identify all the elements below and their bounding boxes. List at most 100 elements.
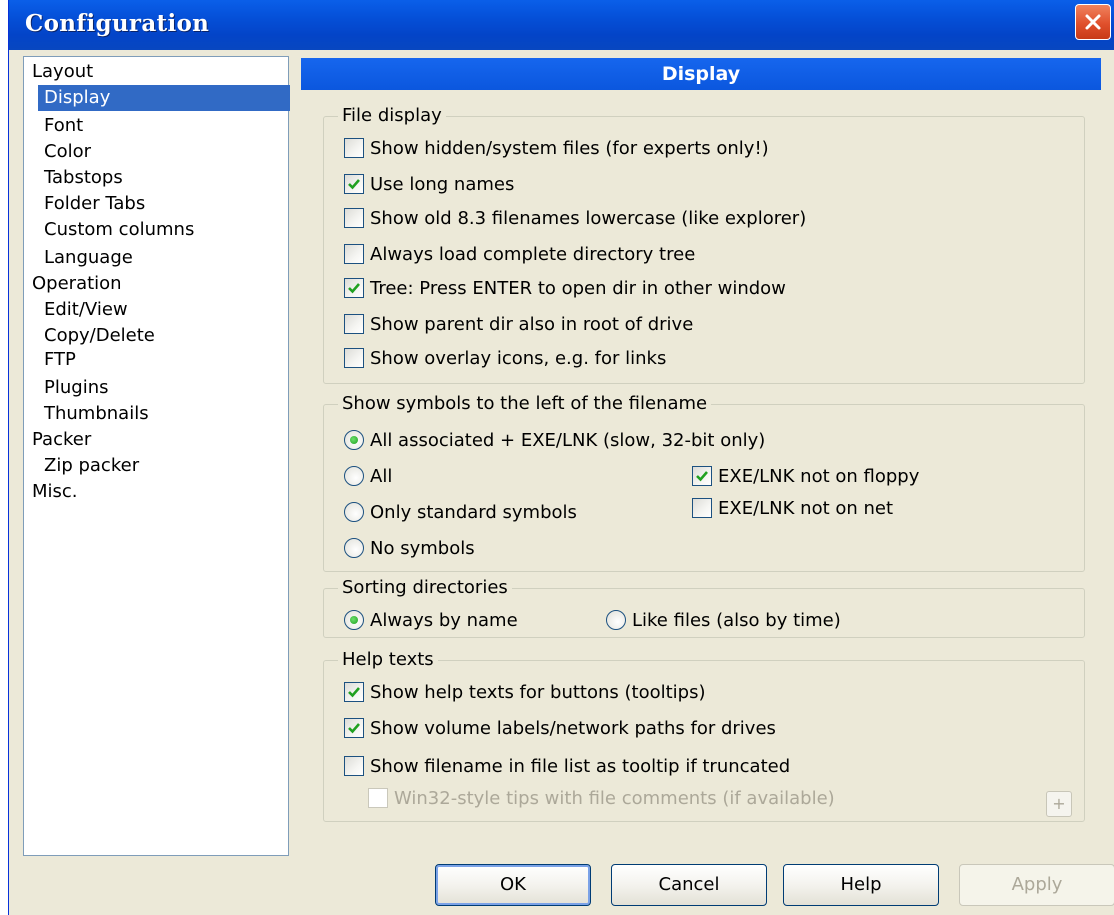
exe-not-net-option[interactable]: EXE/LNK not on net <box>692 495 893 521</box>
overlay-icons-label: Show overlay icons, e.g. for links <box>370 347 667 369</box>
symbols-none-label: No symbols <box>370 537 475 559</box>
volume-labels-label: Show volume labels/network paths for dri… <box>370 717 776 739</box>
tree-item-custom-columns[interactable]: Custom columns <box>41 217 197 243</box>
help-tooltips-option[interactable]: Show help texts for buttons (tooltips) <box>344 679 705 705</box>
lowercase-83-label: Show old 8.3 filenames lowercase (like e… <box>370 207 807 229</box>
parent-dir-option[interactable]: Show parent dir also in root of drive <box>344 311 693 337</box>
checkmark-icon <box>348 179 360 190</box>
tree-item-tabstops[interactable]: Tabstops <box>41 165 126 191</box>
parent-dir-label: Show parent dir also in root of drive <box>370 313 694 335</box>
tree-item-copy-delete[interactable]: Copy/Delete <box>41 323 158 349</box>
exe-not-floppy-checkbox[interactable] <box>692 466 712 486</box>
symbols-all-associated-option[interactable]: All associated + EXE/LNK (slow, 32-bit o… <box>344 427 765 453</box>
tree-item-zip-packer[interactable]: Zip packer <box>41 453 142 479</box>
filename-tooltip-label: Show filename in file list as tooltip if… <box>370 755 791 777</box>
symbols-standard-label: Only standard symbols <box>370 501 577 523</box>
load-tree-label: Always load complete directory tree <box>370 243 696 265</box>
lowercase-83-checkbox[interactable] <box>344 208 364 228</box>
close-button[interactable] <box>1075 4 1111 40</box>
symbols-standard-option[interactable]: Only standard symbols <box>344 499 577 525</box>
tree-item-display[interactable]: Display <box>38 85 290 111</box>
window-title: Configuration <box>25 10 210 37</box>
symbols-none-option[interactable]: No symbols <box>344 535 475 561</box>
tree-item-layout[interactable]: Layout <box>29 59 96 85</box>
title-bar[interactable]: Configuration <box>9 0 1114 50</box>
checkmark-icon <box>348 723 360 734</box>
parent-dir-checkbox[interactable] <box>344 314 364 334</box>
filename-tooltip-checkbox[interactable] <box>344 756 364 776</box>
symbols-standard-radio[interactable] <box>344 502 364 522</box>
help-tooltips-checkbox[interactable] <box>344 682 364 702</box>
exe-not-floppy-option[interactable]: EXE/LNK not on floppy <box>692 463 919 489</box>
checkmark-icon <box>348 283 360 294</box>
tree-item-color[interactable]: Color <box>41 139 94 165</box>
file-display-legend: File display <box>338 105 446 127</box>
page-header: Display <box>301 58 1101 90</box>
show-hidden-files-checkbox[interactable] <box>344 138 364 158</box>
sort-by-name-radio[interactable] <box>344 610 364 630</box>
sort-by-name-label: Always by name <box>370 609 518 631</box>
use-long-names-checkbox[interactable] <box>344 174 364 194</box>
help-button[interactable]: Help <box>783 864 939 906</box>
load-tree-checkbox[interactable] <box>344 244 364 264</box>
file-display-group: File display Show hidden/system files (f… <box>323 105 1085 384</box>
sort-like-files-option[interactable]: Like files (also by time) <box>606 607 841 633</box>
sort-like-files-radio[interactable] <box>606 610 626 630</box>
sort-by-name-option[interactable]: Always by name <box>344 607 518 633</box>
lowercase-83-option[interactable]: Show old 8.3 filenames lowercase (like e… <box>344 205 806 231</box>
win32-tips-option: Win32-style tips with file comments (if … <box>368 785 835 811</box>
overlay-icons-checkbox[interactable] <box>344 348 364 368</box>
load-tree-option[interactable]: Always load complete directory tree <box>344 241 695 267</box>
overlay-icons-option[interactable]: Show overlay icons, e.g. for links <box>344 345 666 371</box>
radio-selected-dot <box>350 436 358 444</box>
apply-button: Apply <box>959 864 1114 906</box>
settings-tree[interactable]: Layout Display Font Color Tabstops Folde… <box>23 56 290 856</box>
win32-tips-label: Win32-style tips with file comments (if … <box>394 787 835 809</box>
volume-labels-checkbox[interactable] <box>344 718 364 738</box>
symbols-legend: Show symbols to the left of the filename <box>338 393 712 415</box>
tree-item-font[interactable]: Font <box>41 113 86 139</box>
radio-selected-dot <box>350 616 358 624</box>
sort-like-files-label: Like files (also by time) <box>632 609 841 631</box>
volume-labels-option[interactable]: Show volume labels/network paths for dri… <box>344 715 776 741</box>
tree-item-operation[interactable]: Operation <box>29 271 125 297</box>
exe-not-net-checkbox[interactable] <box>692 498 712 518</box>
tree-item-misc[interactable]: Misc. <box>29 479 81 505</box>
show-hidden-files-option[interactable]: Show hidden/system files (for experts on… <box>344 135 769 161</box>
use-long-names-label: Use long names <box>370 173 515 195</box>
sorting-legend: Sorting directories <box>338 577 512 599</box>
tree-item-ftp[interactable]: FTP <box>41 347 79 373</box>
help-tooltips-label: Show help texts for buttons (tooltips) <box>370 681 706 703</box>
checkmark-icon <box>696 471 708 482</box>
symbols-none-radio[interactable] <box>344 538 364 558</box>
tree-enter-label: Tree: Press ENTER to open dir in other w… <box>370 277 786 299</box>
symbols-group: Show symbols to the left of the filename… <box>323 393 1085 572</box>
tree-item-folder-tabs[interactable]: Folder Tabs <box>41 191 148 217</box>
filename-tooltip-option[interactable]: Show filename in file list as tooltip if… <box>344 753 790 779</box>
symbols-all-option[interactable]: All <box>344 463 392 489</box>
tips-plus-button: + <box>1046 791 1072 817</box>
symbols-all-radio[interactable] <box>344 466 364 486</box>
tree-enter-option[interactable]: Tree: Press ENTER to open dir in other w… <box>344 275 786 301</box>
win32-tips-checkbox <box>368 788 388 808</box>
cancel-button[interactable]: Cancel <box>611 864 767 906</box>
exe-not-floppy-label: EXE/LNK not on floppy <box>718 465 920 487</box>
tree-item-edit-view[interactable]: Edit/View <box>41 297 131 323</box>
sorting-group: Sorting directories Always by name Like … <box>323 577 1085 638</box>
tree-item-language[interactable]: Language <box>41 245 136 271</box>
symbols-all-associated-radio[interactable] <box>344 430 364 450</box>
symbols-all-associated-label: All associated + EXE/LNK (slow, 32-bit o… <box>370 429 766 451</box>
help-texts-legend: Help texts <box>338 649 438 671</box>
close-icon <box>1085 14 1101 30</box>
configuration-window: Configuration Layout Display Font Color … <box>8 0 1114 915</box>
exe-not-net-label: EXE/LNK not on net <box>718 497 894 519</box>
tree-item-plugins[interactable]: Plugins <box>41 375 111 401</box>
use-long-names-option[interactable]: Use long names <box>344 171 514 197</box>
tree-item-packer[interactable]: Packer <box>29 427 94 453</box>
show-hidden-files-label: Show hidden/system files (for experts on… <box>370 137 769 159</box>
tree-item-thumbnails[interactable]: Thumbnails <box>41 401 152 427</box>
ok-button[interactable]: OK <box>435 864 591 906</box>
tree-enter-checkbox[interactable] <box>344 278 364 298</box>
symbols-all-label: All <box>370 465 393 487</box>
help-texts-group: Help texts Show help texts for buttons (… <box>323 649 1085 822</box>
